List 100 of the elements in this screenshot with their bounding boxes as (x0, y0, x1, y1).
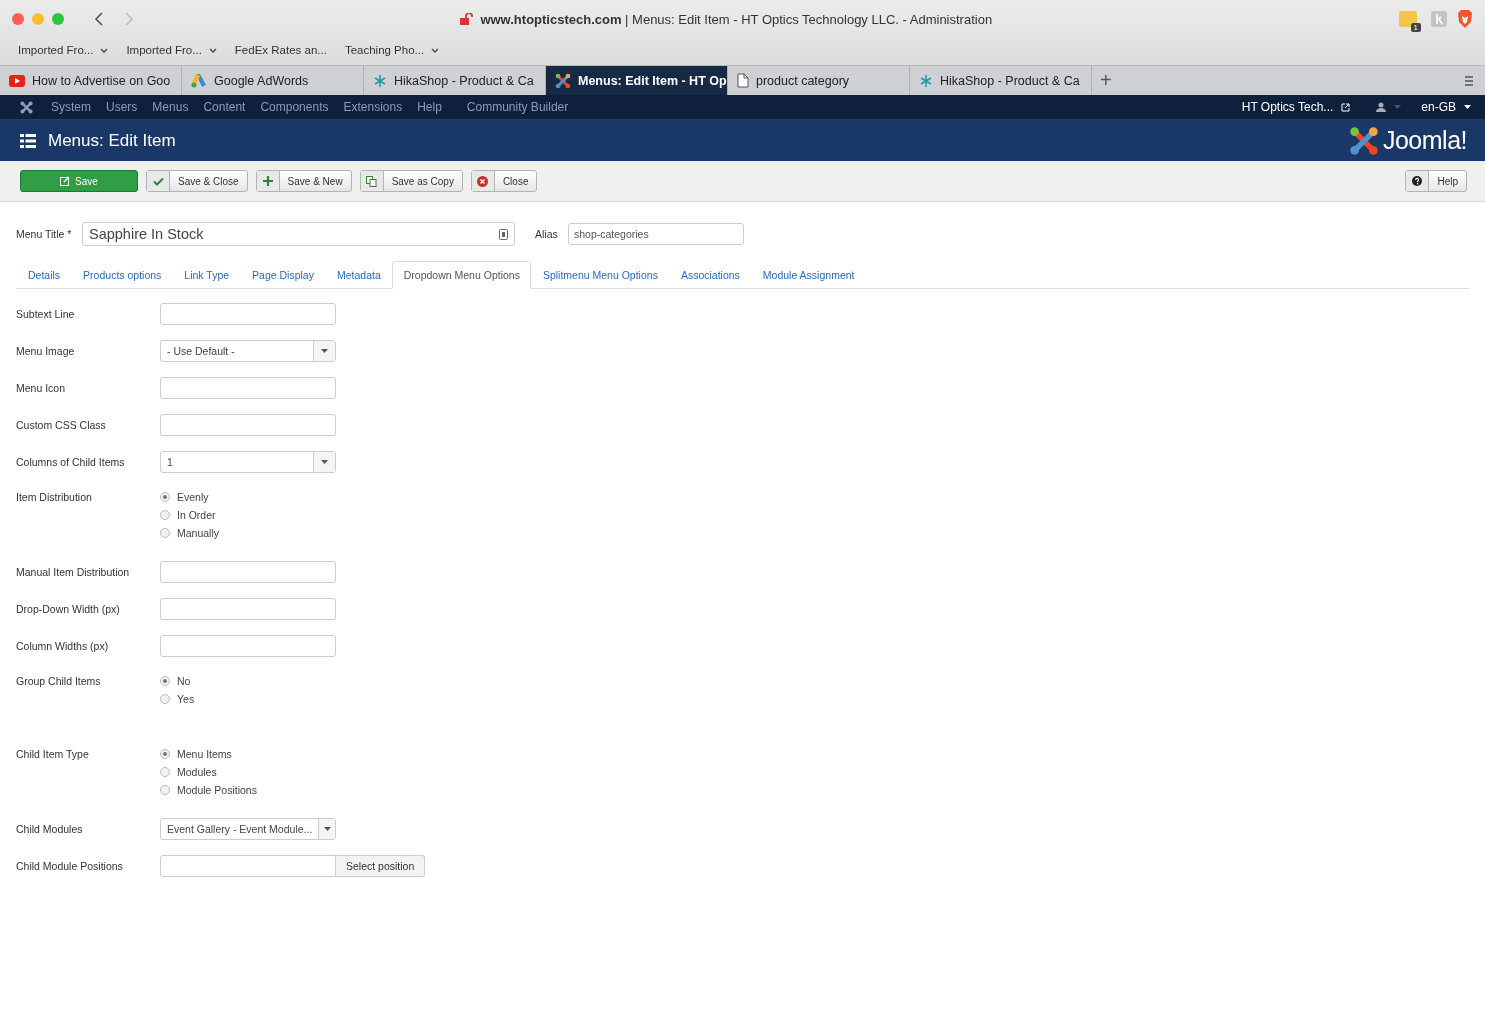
admin-menu-item[interactable]: Menus (152, 100, 189, 114)
input-field[interactable] (160, 414, 336, 436)
minimize-window-button[interactable] (32, 13, 44, 25)
radio-button[interactable] (160, 528, 170, 538)
field-label: Column Widths (px) (16, 639, 110, 654)
forward-icon[interactable] (125, 12, 134, 26)
close-window-button[interactable] (12, 13, 24, 25)
field-label: Child Module Positions (16, 859, 124, 874)
admin-menu-item[interactable]: Community Builder (466, 100, 569, 114)
input-field[interactable] (160, 855, 336, 877)
lion-shield-icon[interactable] (1457, 10, 1473, 28)
field-label: Child Item Type (16, 747, 90, 762)
radio-button[interactable] (160, 749, 170, 759)
radio-label: Yes (177, 693, 195, 705)
asterisk-icon (919, 73, 933, 88)
radio-button[interactable] (160, 492, 170, 502)
caret-icon (323, 827, 331, 831)
input-field[interactable] (160, 377, 336, 399)
radio-label: Manually (177, 527, 220, 539)
new-tab-button[interactable]: + (1092, 66, 1120, 95)
toolbar-button[interactable]: Save & Close (146, 170, 248, 192)
bookmark-folder[interactable]: Imported Fro... (126, 44, 217, 56)
input-field[interactable] (160, 561, 336, 583)
chevron-down-icon (100, 47, 109, 53)
joomla-logo-icon (555, 72, 571, 89)
admin-menu-item[interactable]: Content (203, 100, 246, 114)
field-label: Custom CSS Class (16, 418, 107, 433)
contact-card-icon (499, 228, 508, 240)
caret-icon (1464, 105, 1471, 109)
list-icon (20, 133, 36, 148)
radio-label: Menu Items (177, 748, 232, 760)
edit-icon (60, 176, 71, 186)
admin-menu-item[interactable]: Components (260, 100, 329, 114)
user-icon[interactable] (1376, 102, 1387, 112)
form-tab[interactable]: Page Display (240, 261, 325, 289)
field-label: Group Child Items (16, 674, 102, 689)
alias-field[interactable]: shop-categories (568, 223, 744, 245)
radio-button[interactable] (160, 767, 170, 777)
page-address[interactable]: www.htopticstech.com | Menus: Edit Item - HT Optics Technology LLC. - Administration (480, 11, 993, 27)
browser-tab[interactable]: Menus: Edit Item - HT Op (546, 66, 728, 95)
menu-icon[interactable] (1465, 75, 1473, 86)
caret-icon (321, 460, 328, 464)
input-field[interactable] (160, 303, 336, 325)
help-button[interactable]: Help (1405, 170, 1467, 192)
radio-button[interactable] (160, 694, 170, 704)
form-tab[interactable]: Details (16, 261, 72, 289)
admin-menu-item[interactable]: Users (106, 100, 138, 114)
extension-icon[interactable] (1398, 11, 1417, 27)
input-field[interactable] (160, 635, 336, 657)
language-menu[interactable]: en-GB (1421, 100, 1456, 114)
caret-icon (321, 349, 328, 353)
copy-icon (366, 175, 378, 187)
field-label: Drop-Down Width (px) (16, 602, 121, 617)
joomla-logo-icon[interactable] (20, 100, 33, 114)
admin-menu-item[interactable]: Help (417, 100, 442, 114)
form-tab[interactable]: Link Type (172, 261, 241, 289)
bookmark-folder[interactable]: Imported Fro... (18, 44, 109, 56)
back-icon[interactable] (94, 12, 103, 26)
unlocked-padlock-icon (460, 13, 475, 25)
field-label: Menu Image (16, 344, 76, 359)
form-tab[interactable]: Products options (71, 261, 173, 289)
menu-title-field[interactable]: Sapphire In Stock (82, 222, 515, 246)
dropdown[interactable]: - Use Default - (160, 340, 336, 362)
input-field[interactable] (160, 598, 336, 620)
chevron-down-icon (208, 47, 217, 53)
plus-icon (262, 176, 273, 186)
bookmark-folder[interactable]: Teaching Pho... (344, 44, 440, 56)
toolbar-button[interactable]: Save & New (255, 170, 352, 192)
form-tab[interactable]: Associations (668, 261, 751, 289)
form-tab[interactable]: Splitmenu Menu Options (530, 261, 669, 289)
radio-label: No (177, 675, 191, 687)
toolbar-button[interactable]: Save as Copy (359, 170, 463, 192)
dropdown[interactable]: 1 (160, 451, 336, 473)
admin-menu-item[interactable]: System (51, 100, 91, 114)
form-tab[interactable]: Module Assignment (750, 261, 866, 289)
site-link[interactable]: HT Optics Tech... (1241, 100, 1334, 114)
document-icon (737, 73, 749, 88)
field-label: Columns of Child Items (16, 455, 126, 470)
field-label: Subtext Line (16, 307, 76, 322)
radio-button[interactable] (160, 785, 170, 795)
logo-wordmark: Joomla! (1382, 126, 1467, 155)
field-label: Child Modules (16, 822, 84, 837)
user-menu-caret-icon (1394, 105, 1402, 109)
toolbar-button[interactable]: Close (470, 170, 538, 192)
select-position-button[interactable]: Select position (336, 855, 426, 877)
field-label: Alias (535, 228, 559, 240)
external-link-icon (1341, 102, 1351, 112)
radio-label: Modules (177, 766, 217, 778)
admin-menu-item[interactable]: Extensions (343, 100, 403, 114)
radio-button[interactable] (160, 676, 170, 686)
field-label: Menu Title * (16, 228, 73, 240)
triangle-logo-icon (191, 73, 207, 88)
field-label: Item Distribution (16, 490, 93, 505)
form-tab[interactable]: Metadata (324, 261, 392, 289)
chevron-down-icon (431, 47, 440, 53)
bookmark-folder[interactable]: FedEx Rates an... (234, 44, 327, 56)
maximize-window-button[interactable] (52, 13, 64, 25)
form-tab[interactable]: Dropdown Menu Options (391, 261, 531, 289)
dropdown[interactable]: Event Gallery - Event Module... (160, 818, 336, 840)
radio-button[interactable] (160, 510, 170, 520)
